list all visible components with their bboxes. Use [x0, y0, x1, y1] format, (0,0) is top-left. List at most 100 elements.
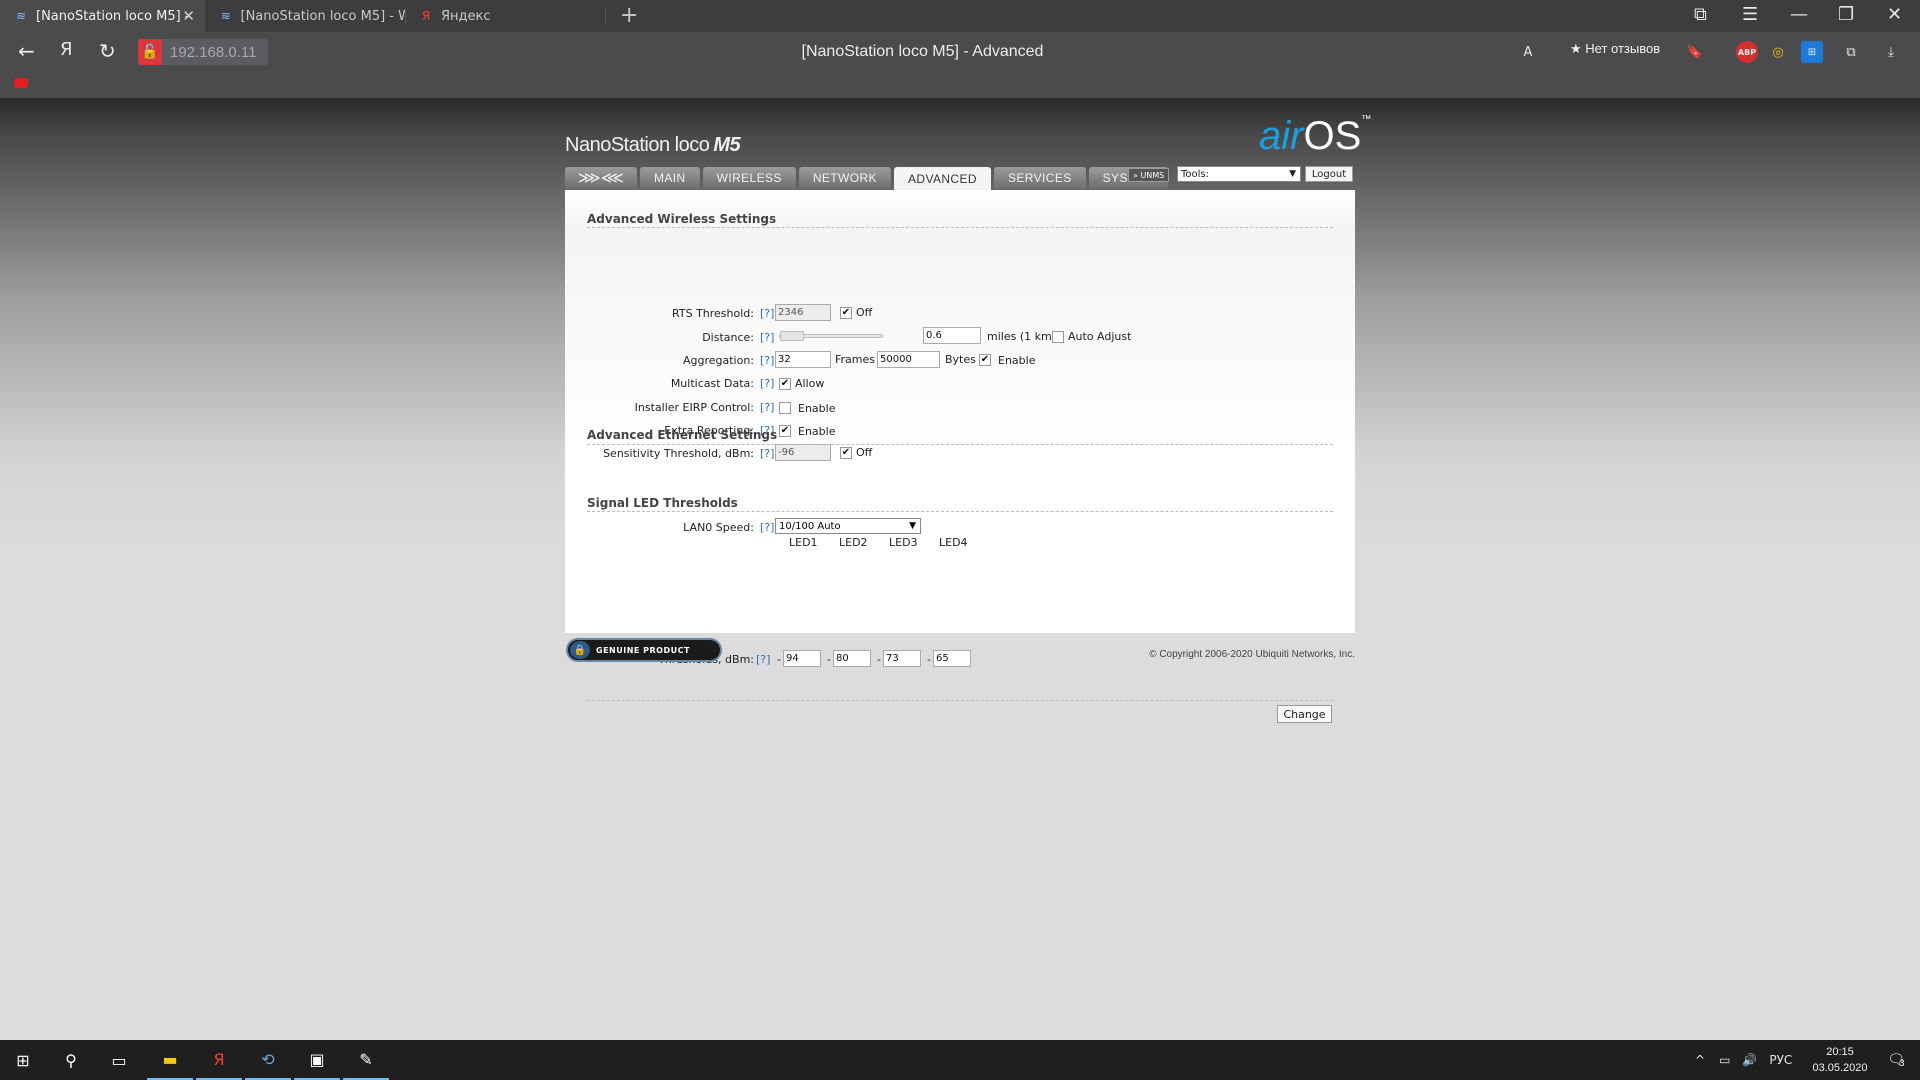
tab-network[interactable]: NETWORK [798, 167, 891, 189]
section-divider [587, 511, 1333, 512]
vpn-extension-icon[interactable]: ⊞ [1801, 41, 1823, 63]
new-tab-button[interactable]: + [620, 3, 638, 28]
notification-center[interactable]: 🗨 3 [1878, 1040, 1914, 1080]
copyright-text: © Copyright 2006-2020 Ubiquiti Networks,… [1149, 649, 1355, 660]
windows-taskbar: ⊞ ⚲ ▭ ▬ Я ⟲ ▣ ✎ ^ ▭ 🔊 РУС 20:15 03.05.20… [0, 1040, 1920, 1080]
translate-icon[interactable]: A [1517, 41, 1539, 63]
menu-icon[interactable]: ☰ [1742, 4, 1758, 25]
tab-separator [605, 8, 606, 24]
search-icon[interactable]: ⚲ [48, 1040, 94, 1080]
restore-icon[interactable]: ❐ [1838, 4, 1854, 25]
distance-help-link[interactable]: [?] [760, 331, 774, 344]
teamviewer-icon[interactable]: ⟲ [245, 1040, 291, 1080]
paint-icon[interactable]: ✎ [343, 1040, 389, 1080]
led2-input[interactable]: 80 [833, 650, 871, 667]
tab-manager-icon[interactable]: ⧉ [1694, 4, 1707, 25]
file-explorer-icon[interactable]: ▬ [147, 1040, 193, 1080]
aggregation-help-link[interactable]: [?] [760, 354, 774, 367]
lan-speed-help-link[interactable]: [?] [760, 521, 774, 534]
tools-dropdown[interactable]: Tools: ▼ [1177, 166, 1301, 182]
led1-header: LED1 [789, 536, 818, 549]
led1-input[interactable]: 94 [783, 650, 821, 667]
led4-header: LED4 [939, 536, 968, 549]
dash: - [927, 653, 931, 666]
close-tab-icon[interactable]: ✕ [182, 7, 195, 25]
device-model: M5 [713, 134, 741, 156]
distance-slider-handle[interactable] [780, 331, 804, 341]
ubiquiti-favicon-icon: ≋ [15, 9, 27, 23]
rts-help-link[interactable]: [?] [760, 307, 774, 320]
language-indicator[interactable]: РУС [1769, 1053, 1792, 1067]
wireless-section-title: Advanced Wireless Settings [587, 212, 777, 226]
bookmark-icon[interactable]: 🔖 [1684, 41, 1706, 63]
extension-icon[interactable]: ◎ [1767, 41, 1789, 63]
bookmarks-bar [0, 72, 1920, 98]
sensitivity-input[interactable]: -96 [775, 444, 831, 461]
auto-adjust-label: Auto Adjust [1068, 330, 1132, 343]
tab-title: Яндекс [441, 8, 491, 24]
distance-label: Distance: [702, 331, 754, 344]
sensitivity-off-checkbox[interactable]: ✔ [840, 447, 852, 459]
logout-button[interactable]: Logout [1305, 166, 1353, 182]
tab-advanced[interactable]: ADVANCED [893, 167, 991, 190]
windows-start-icon[interactable]: ⊞ [0, 1040, 46, 1080]
volume-icon[interactable]: 🔊 [1742, 1053, 1757, 1067]
dash: - [777, 653, 781, 666]
minimize-icon[interactable]: — [1790, 4, 1808, 25]
led2-header: LED2 [839, 536, 868, 549]
youtube-bookmark-icon[interactable] [14, 78, 28, 88]
auto-adjust-checkbox[interactable] [1052, 331, 1064, 343]
aggregation-bytes-input[interactable]: 50000 [877, 351, 940, 368]
genuine-product-text: GENUINE PRODUCT [596, 645, 690, 655]
aggregation-enable-checkbox[interactable]: ✔ [979, 354, 991, 366]
tab-main[interactable]: MAIN [640, 167, 700, 189]
led-help-link[interactable]: [?] [756, 653, 770, 666]
change-button[interactable]: Change [1277, 705, 1332, 723]
sensitivity-help-link[interactable]: [?] [760, 447, 774, 460]
multicast-allow-label: Allow [795, 377, 825, 390]
tab-wireless[interactable]: WIRELESS [702, 167, 796, 189]
browser-tab-1[interactable]: ≋ [NanoStation loco M5] - ✕ [0, 0, 205, 32]
tab-title: [NanoStation loco M5] - [36, 8, 190, 24]
sensitivity-label: Sensitivity Threshold, dBm: [603, 447, 754, 460]
unms-button[interactable]: » UNMS [1128, 168, 1170, 182]
browser-tab-2[interactable]: ≋ [NanoStation loco M5] - W [205, 0, 405, 32]
network-icon[interactable]: ▭ [1719, 1053, 1730, 1067]
multicast-allow-checkbox[interactable]: ✔ [779, 378, 791, 390]
ubiquiti-logo-tab[interactable]: ⋙⋘ [565, 167, 637, 189]
task-view-icon[interactable]: ▭ [96, 1040, 142, 1080]
ubiquiti-logo-icon: ⋙⋘ [577, 170, 625, 187]
multicast-help-link[interactable]: [?] [760, 377, 774, 390]
aggregation-frames-input[interactable]: 32 [775, 351, 831, 368]
distance-input[interactable]: 0.6 [923, 327, 981, 344]
led3-header: LED3 [889, 536, 918, 549]
led4-input[interactable]: 65 [933, 650, 971, 667]
extra-reporting-checkbox[interactable]: ✔ [779, 425, 791, 437]
yandex-browser-icon[interactable]: Я [196, 1040, 242, 1080]
led3-input[interactable]: 73 [883, 650, 921, 667]
lan-speed-select[interactable]: 10/100 Auto ▼ [775, 518, 921, 534]
clock[interactable]: 20:15 03.05.2020 [1800, 1044, 1880, 1076]
frames-label: Frames [835, 353, 876, 366]
adblock-icon[interactable]: ABP [1736, 41, 1758, 63]
address-bar: ← Я ↻ 🔓 192.168.0.11 [NanoStation loco M… [0, 32, 1920, 72]
eirp-help-link[interactable]: [?] [760, 401, 774, 414]
ethernet-section-title: Advanced Ethernet Settings [587, 428, 778, 442]
section-divider [587, 700, 1333, 701]
app-icon[interactable]: ▣ [294, 1040, 340, 1080]
close-window-icon[interactable]: ✕ [1887, 4, 1902, 25]
dropdown-arrow-icon: ▼ [909, 521, 916, 531]
browser-tab-3[interactable]: Я Яндекс [405, 0, 605, 32]
extra-reporting-enable-label: Enable [798, 425, 836, 438]
rts-off-checkbox[interactable]: ✔ [840, 307, 852, 319]
chevron-up-icon[interactable]: ^ [1695, 1053, 1705, 1067]
eirp-enable-checkbox[interactable] [779, 402, 791, 414]
reviews-badge[interactable]: ★ Нет отзывов [1570, 41, 1660, 57]
tab-services[interactable]: SERVICES [993, 167, 1086, 189]
sidebar-icon[interactable]: ⧉ [1840, 41, 1862, 63]
clock-time: 20:15 [1826, 1046, 1854, 1058]
rts-threshold-input[interactable]: 2346 [775, 304, 831, 321]
download-icon[interactable]: ⤓ [1880, 41, 1902, 63]
sensitivity-off-label: Off [856, 446, 873, 459]
lan-speed-label: LAN0 Speed: [683, 521, 754, 534]
